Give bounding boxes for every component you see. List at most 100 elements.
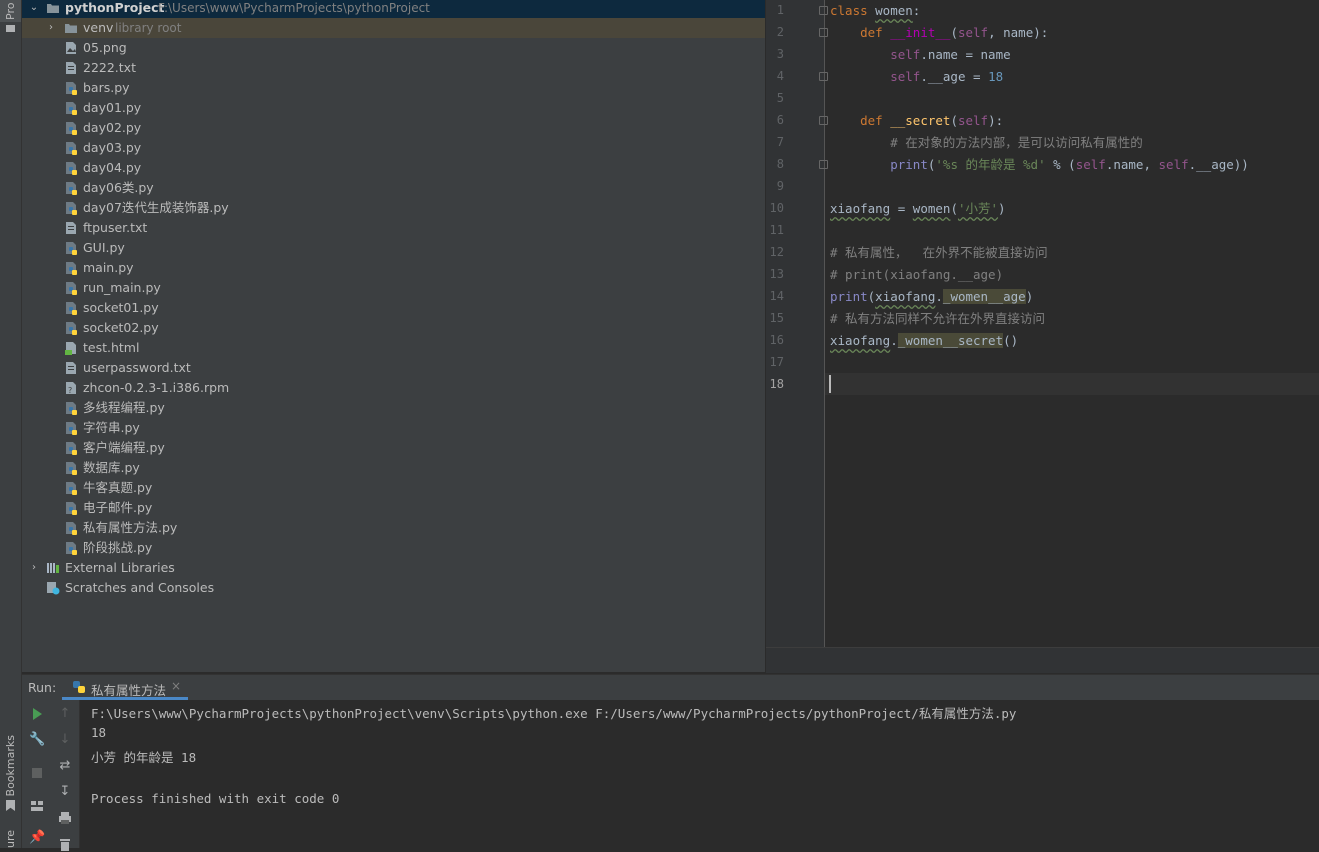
tree-file-row[interactable]: ? zhcon-0.2.3-1.i386.rpm: [22, 378, 765, 398]
tree-file-row[interactable]: 私有属性方法.py: [22, 518, 765, 538]
tree-file-row[interactable]: 2222.txt: [22, 58, 765, 78]
code-line-8: print('%s 的年龄是 %d' % (self.name, self.__…: [890, 157, 1249, 172]
tree-file-row[interactable]: 05.png: [22, 38, 765, 58]
tree-file-row[interactable]: day02.py: [22, 118, 765, 138]
console-exit-line: Process finished with exit code 0: [91, 791, 340, 806]
text-file-icon: [66, 362, 76, 374]
file-name: day04.py: [83, 160, 142, 175]
library-root-hint: library root: [115, 21, 182, 35]
soft-wrap-icon[interactable]: ⇄: [57, 758, 73, 774]
up-arrow-icon[interactable]: ↑: [57, 706, 73, 722]
python-file-icon: [66, 262, 77, 275]
line-number: 1: [776, 3, 784, 17]
tree-file-row[interactable]: run_main.py: [22, 278, 765, 298]
bookmarks-tool-tab[interactable]: Bookmarks: [0, 735, 21, 796]
print-icon[interactable]: [57, 810, 73, 826]
structure-tab-label: ure: [4, 830, 17, 848]
close-tab-icon[interactable]: ×: [171, 679, 181, 693]
tree-file-row[interactable]: main.py: [22, 258, 765, 278]
file-name: 2222.txt: [83, 60, 136, 75]
root-folder-name: pythonProject: [65, 0, 165, 15]
tree-file-row[interactable]: userpassword.txt: [22, 358, 765, 378]
pin-icon[interactable]: 📌: [29, 830, 45, 846]
tree-file-row[interactable]: 电子邮件.py: [22, 498, 765, 518]
tree-file-row[interactable]: 客户端编程.py: [22, 438, 765, 458]
tree-file-row[interactable]: socket02.py: [22, 318, 765, 338]
stop-icon[interactable]: [29, 765, 45, 781]
python-file-icon: [66, 422, 77, 435]
code-line-1: class women:: [830, 3, 921, 18]
file-name: 客户端编程.py: [83, 440, 165, 455]
folder-icon: [6, 25, 15, 32]
file-name: socket01.py: [83, 300, 159, 315]
tree-file-row[interactable]: socket01.py: [22, 298, 765, 318]
scroll-to-end-icon[interactable]: ↧: [57, 784, 73, 800]
tree-file-row[interactable]: day03.py: [22, 138, 765, 158]
run-config-tab[interactable]: 私有属性方法 ×: [62, 675, 188, 700]
tree-file-row[interactable]: bars.py: [22, 78, 765, 98]
down-arrow-icon[interactable]: ↓: [57, 732, 73, 748]
python-file-icon: [66, 142, 77, 155]
fold-marker-icon[interactable]: [819, 160, 828, 169]
code-line-7: # 在对象的方法内部，是可以访问私有属性的: [830, 132, 1143, 154]
code-line-4: self.__age = 18: [890, 69, 1004, 84]
file-name: day06类.py: [83, 180, 154, 195]
run-console-output[interactable]: F:\Users\www\PycharmProjects\pythonProje…: [80, 700, 1319, 848]
tree-file-row[interactable]: test.html: [22, 338, 765, 358]
file-name: day03.py: [83, 140, 142, 155]
tree-venv-row[interactable]: › venv library root: [22, 18, 765, 38]
fold-marker-icon[interactable]: [819, 28, 828, 37]
external-libraries-label: External Libraries: [65, 560, 175, 575]
project-tool-tab[interactable]: Pro: [0, 0, 21, 22]
file-name: 05.png: [83, 40, 127, 55]
line-number: 5: [776, 91, 784, 105]
tree-file-row[interactable]: 数据库.py: [22, 458, 765, 478]
tree-file-row[interactable]: 字符串.py: [22, 418, 765, 438]
svg-text:?: ?: [68, 386, 72, 395]
code-line-6: def __secret(self):: [860, 113, 1004, 128]
tree-external-libraries[interactable]: › External Libraries: [22, 558, 765, 578]
code-line-2: def __init__(self, name):: [860, 25, 1049, 40]
tree-root-row[interactable]: ⌄ pythonProject F:\Users\www\PycharmProj…: [22, 0, 765, 18]
layout-icon[interactable]: [29, 798, 45, 814]
unknown-file-icon: ?: [66, 382, 76, 395]
tree-file-row[interactable]: 牛客真题.py: [22, 478, 765, 498]
tree-file-row[interactable]: GUI.py: [22, 238, 765, 258]
project-tab-label: Pro: [4, 2, 17, 20]
tree-file-row[interactable]: day01.py: [22, 98, 765, 118]
rerun-icon[interactable]: [29, 706, 45, 722]
file-name: 牛客真题.py: [83, 480, 153, 495]
tree-file-row[interactable]: day07迭代生成装饰器.py: [22, 198, 765, 218]
collapsed-arrow-icon[interactable]: ›: [45, 18, 57, 38]
python-icon: [73, 681, 85, 693]
wrench-icon[interactable]: 🔧: [29, 732, 45, 748]
text-file-icon: [66, 62, 76, 74]
file-name: ftpuser.txt: [83, 220, 148, 235]
tree-file-row[interactable]: day04.py: [22, 158, 765, 178]
code-line-16: xiaofang._women__secret(): [830, 333, 1019, 348]
python-file-icon: [66, 82, 77, 95]
tree-file-row[interactable]: ftpuser.txt: [22, 218, 765, 238]
tree-file-row[interactable]: day06类.py: [22, 178, 765, 198]
fold-marker-icon[interactable]: [819, 6, 828, 15]
collapsed-arrow-icon[interactable]: ›: [28, 558, 40, 578]
file-name: socket02.py: [83, 320, 159, 335]
python-file-icon: [66, 402, 77, 415]
file-name: 多线程编程.py: [83, 400, 165, 415]
line-number: 4: [776, 69, 784, 83]
file-name: 阶段挑战.py: [83, 540, 153, 555]
structure-tool-tab[interactable]: ure: [0, 830, 21, 848]
expand-arrow-icon[interactable]: ⌄: [28, 0, 40, 18]
tree-scratches[interactable]: Scratches and Consoles: [22, 578, 765, 598]
file-name: 数据库.py: [83, 460, 140, 475]
trash-icon[interactable]: [57, 836, 73, 852]
current-line-highlight: [825, 373, 1319, 395]
fold-marker-icon[interactable]: [819, 116, 828, 125]
line-number: 11: [769, 223, 784, 237]
tree-file-row[interactable]: 阶段挑战.py: [22, 538, 765, 558]
line-number: 3: [776, 47, 784, 61]
line-number: 14: [769, 289, 784, 303]
tree-file-row[interactable]: 多线程编程.py: [22, 398, 765, 418]
fold-marker-icon[interactable]: [819, 72, 828, 81]
comment-line-13: # print(xiaofang.__age): [830, 267, 1004, 282]
